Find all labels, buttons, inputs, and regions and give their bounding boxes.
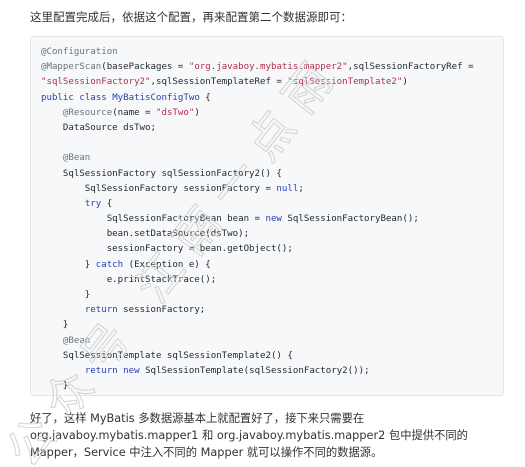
code-line: } <box>41 288 493 303</box>
code-line: @Configuration <box>41 45 493 60</box>
code-token: @MapperScan <box>41 62 102 73</box>
code-token: bean.setDataSource(dsTwo); <box>41 229 250 240</box>
code-token: { <box>101 198 113 209</box>
code-token: SqlSessionTemplate sqlSessionTemplate2()… <box>41 350 293 361</box>
code-block[interactable]: @Configuration @MapperScan(basePackages =… <box>30 36 504 396</box>
code-token: } <box>41 320 69 331</box>
code-content: @Configuration @MapperScan(basePackages =… <box>31 37 503 395</box>
code-token: @Configuration <box>41 47 118 57</box>
code-line: "sqlSessionFactory2",sqlSessionTemplateR… <box>41 75 493 90</box>
code-token: "dsTwo" <box>156 107 195 118</box>
code-token: try <box>84 198 102 209</box>
code-line: SqlSessionFactory sqlSessionFactory2() { <box>41 167 493 182</box>
code-line: @Resource(name = "dsTwo") <box>41 106 493 121</box>
code-token: (name = <box>112 107 156 118</box>
code-line: @Bean <box>41 151 493 166</box>
code-line: SqlSessionFactory sessionFactory = null; <box>41 182 493 197</box>
code-token: MyBatisConfigTwo <box>112 92 200 103</box>
code-token: SqlSessionTemplate(sqlSessionFactory2())… <box>139 365 370 376</box>
code-line: } <box>41 318 493 333</box>
code-line: try { <box>41 197 493 212</box>
code-token: "sqlSessionFactory2" <box>41 77 151 88</box>
code-token: @Bean <box>62 153 91 164</box>
code-line: } catch (Exception e) { <box>41 258 493 273</box>
code-token: e.printStackTrace(); <box>41 274 217 285</box>
code-token: "org.javaboy.mybatis.mapper2" <box>188 62 348 73</box>
code-line: SqlSessionTemplate sqlSessionTemplate2()… <box>41 349 493 364</box>
code-token: SqlSessionFactoryBean(); <box>281 214 419 225</box>
code-token: ,sqlSessionFactoryRef = <box>347 62 480 73</box>
code-line: @Bean <box>41 334 493 349</box>
code-token: "sqlSessionTemplate2" <box>287 77 403 88</box>
code-line: public class MyBatisConfigTwo { <box>41 91 493 106</box>
code-token: new <box>123 365 140 376</box>
code-line: return new SqlSessionTemplate(sqlSession… <box>41 364 493 379</box>
code-token: (basePackages = <box>101 62 189 73</box>
code-token: class <box>79 92 107 103</box>
intro-paragraph: 这里配置完成后，依据这个配置，再来配置第二个数据源即可： <box>30 10 352 24</box>
code-token: public <box>41 92 74 103</box>
outro-paragraph: 好了，这样 MyBatis 多数据源基本上就配置好了，接下来只需要在 org.j… <box>30 412 468 459</box>
code-token: } <box>41 290 91 300</box>
code-token: SqlSessionFactory sessionFactory = <box>41 183 277 194</box>
code-token: } <box>41 381 69 392</box>
code-line: e.printStackTrace(); <box>41 273 493 288</box>
code-token: null <box>276 183 299 194</box>
code-token: DataSource dsTwo; <box>41 122 156 133</box>
code-line: } <box>41 379 493 394</box>
code-token: } <box>41 259 96 270</box>
code-token: sessionFactory = bean.getObject(); <box>41 244 293 255</box>
code-token: new <box>265 214 282 225</box>
code-line: return sessionFactory; <box>41 303 493 318</box>
code-token: sessionFactory; <box>117 305 206 316</box>
code-line: bean.setDataSource(dsTwo); <box>41 227 493 242</box>
code-token: (Exception e) { <box>123 259 211 270</box>
code-line: DataSource dsTwo; <box>41 121 493 136</box>
code-token: @Resource <box>62 107 113 118</box>
code-line: @MapperScan(basePackages = "org.javaboy.… <box>41 60 493 75</box>
code-token: ) <box>194 107 200 118</box>
code-token: return <box>84 365 118 376</box>
code-token: ) <box>402 77 408 88</box>
code-token: return <box>84 305 118 316</box>
code-line: sessionFactory = bean.getObject(); <box>41 242 493 257</box>
code-token: ; <box>298 183 304 194</box>
code-token: { <box>199 92 211 103</box>
code-line: SqlSessionFactoryBean bean = new SqlSess… <box>41 212 493 227</box>
code-line: } <box>41 394 493 395</box>
code-token: ,sqlSessionTemplateRef = <box>150 77 288 88</box>
code-token: SqlSessionFactoryBean bean = <box>41 214 266 225</box>
code-token: SqlSessionFactory sqlSessionFactory2() { <box>41 168 282 179</box>
code-token: @Bean <box>62 335 91 346</box>
code-token: catch <box>95 259 124 270</box>
